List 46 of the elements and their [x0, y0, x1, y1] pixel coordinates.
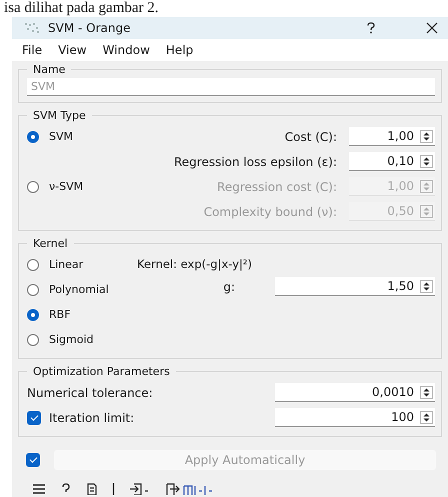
radio-button[interactable]	[27, 180, 39, 192]
radio-label[interactable]: RBF	[49, 308, 71, 321]
output-icon[interactable]	[165, 483, 215, 495]
parameter-label: Iteration limit:	[49, 410, 134, 424]
spin-box[interactable]: 0,0010	[275, 383, 435, 402]
close-icon[interactable]	[426, 22, 438, 34]
menu-item[interactable]: Help	[166, 43, 194, 57]
window-title: SVM - Orange	[48, 21, 130, 35]
document-icon[interactable]	[86, 483, 98, 495]
group-title: Optimization Parameters	[32, 365, 171, 378]
group-title: SVM Type	[32, 109, 87, 122]
checkbox[interactable]	[27, 410, 41, 424]
parameter-label: Regression loss epsilon (ε):	[174, 154, 337, 168]
menu-icon[interactable]	[32, 483, 46, 495]
divider-icon	[112, 483, 115, 495]
radio-label[interactable]: ν-SVM	[49, 180, 84, 193]
group-title: Kernel	[32, 237, 69, 250]
caption-text: isa dilihat pada gambar 2.	[3, 0, 160, 17]
radio-button[interactable]	[27, 130, 39, 142]
menu-item[interactable]: Window	[102, 43, 150, 57]
help-icon[interactable]	[60, 483, 72, 495]
help-icon[interactable]	[366, 22, 376, 34]
spin-box[interactable]: 0,10	[349, 152, 435, 171]
radio-button[interactable]	[27, 334, 39, 346]
input-icon[interactable]	[129, 483, 151, 495]
menu-item[interactable]: View	[58, 43, 87, 57]
app-icon	[24, 22, 40, 34]
name-field[interactable]: SVM	[27, 78, 435, 96]
radio-label[interactable]: SVM	[49, 130, 73, 143]
kernel-formula: Kernel: exp(-g|x-y|²)	[137, 257, 253, 271]
parameter-label: g:	[223, 280, 235, 294]
radio-button[interactable]	[27, 308, 39, 320]
spin-box[interactable]: 1,00	[349, 127, 435, 146]
parameter-label: Cost (C):	[284, 130, 337, 144]
group-title: Name	[32, 63, 66, 76]
parameter-label: Numerical tolerance:	[27, 386, 153, 400]
parameter-label: Complexity bound (ν):	[202, 204, 337, 218]
parameter-label: Regression cost (C):	[216, 180, 337, 194]
radio-label[interactable]: Sigmoid	[49, 333, 94, 346]
menu-item[interactable]: File	[22, 43, 42, 57]
radio-button[interactable]	[27, 284, 39, 296]
spin-box[interactable]: 100	[275, 408, 435, 427]
spin-box[interactable]: 1,50	[275, 277, 435, 296]
radio-button[interactable]	[27, 258, 39, 270]
radio-label[interactable]: Polynomial	[49, 283, 109, 296]
radio-label[interactable]: Linear	[49, 258, 84, 271]
